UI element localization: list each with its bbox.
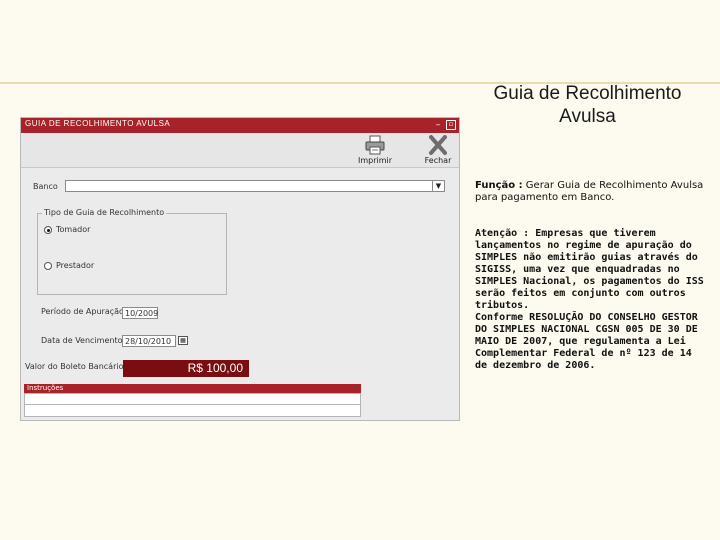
radio-prestador[interactable]: [44, 262, 52, 270]
toolbar: Imprimir Fechar: [21, 133, 459, 168]
tipo-guia-group: Tipo de Guia de Recolhimento Tomador Pre…: [37, 208, 227, 295]
radio-tomador[interactable]: [44, 226, 52, 234]
funcao-label: Função :: [475, 180, 523, 191]
valor-amount: R$ 100,00: [123, 360, 249, 377]
close-label: Fechar: [424, 156, 452, 165]
print-label: Imprimir: [357, 156, 393, 165]
chevron-down-icon[interactable]: ▼: [432, 181, 444, 191]
instrucoes-header: Instruções: [24, 384, 361, 393]
close-button[interactable]: Fechar: [418, 135, 458, 165]
instrucoes-textarea[interactable]: [24, 393, 361, 417]
funcao-description: Função : Gerar Guia de Recolhimento Avul…: [475, 180, 705, 204]
banco-select[interactable]: ▼: [65, 180, 445, 192]
print-button[interactable]: Imprimir: [355, 135, 395, 165]
close-icon: [429, 135, 447, 155]
window-title: GUIA DE RECOLHIMENTO AVULSA: [25, 119, 171, 128]
tipo-guia-legend: Tipo de Guia de Recolhimento: [42, 208, 167, 217]
atencao-description: Atenção : Empresas que tiverem lançament…: [475, 228, 705, 372]
vencimento-input[interactable]: 28/10/2010: [122, 335, 176, 347]
window-titlebar: GUIA DE RECOLHIMENTO AVULSA – ▫: [21, 118, 459, 133]
radio-prestador-label: Prestador: [56, 261, 95, 270]
banco-label: Banco: [33, 182, 58, 191]
periodo-label: Período de Apuração: [41, 307, 124, 316]
slide-title: Guia de Recolhimento Avulsa: [493, 83, 682, 127]
printer-icon: [365, 135, 385, 155]
instrucoes-divider: [25, 404, 360, 405]
calendar-icon[interactable]: ▦: [178, 336, 188, 345]
valor-label: Valor do Boleto Bancário: [25, 362, 124, 371]
guia-window: GUIA DE RECOLHIMENTO AVULSA – ▫ Imprimir…: [20, 117, 460, 421]
minimize-icon[interactable]: –: [433, 120, 443, 130]
periodo-input[interactable]: 10/2009: [122, 307, 158, 319]
radio-tomador-label: Tomador: [56, 225, 91, 234]
atencao-paragraph: Atenção : Empresas que tiverem lançament…: [475, 228, 704, 311]
resolucao-paragraph: Conforme RESOLUÇÃO DO CONSELHO GESTOR DO…: [475, 312, 698, 371]
maximize-icon[interactable]: ▫: [446, 120, 456, 130]
vencimento-label: Data de Vencimento: [41, 336, 123, 345]
